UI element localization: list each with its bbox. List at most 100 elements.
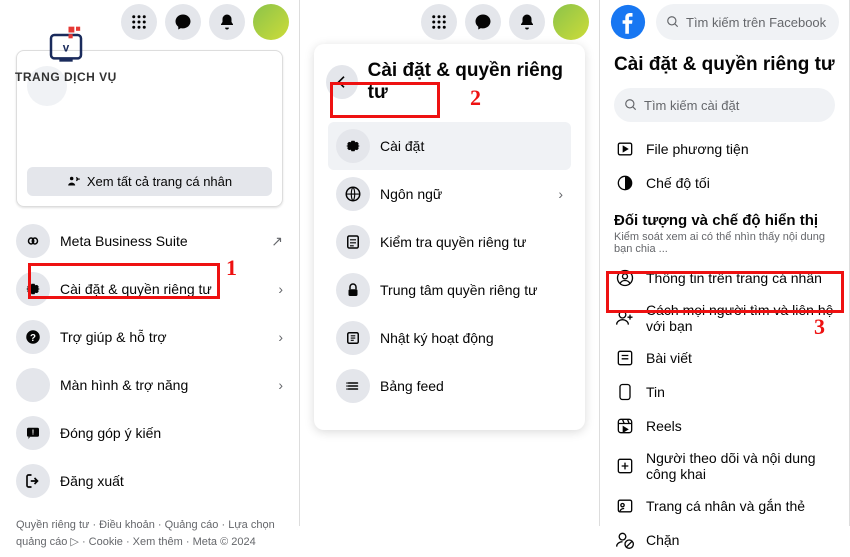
- activity-icon: [336, 321, 370, 355]
- svg-text:!: !: [32, 428, 35, 437]
- avatar-icon[interactable]: [553, 4, 589, 40]
- follow-icon: [614, 456, 636, 476]
- menu-label: Meta Business Suite: [60, 233, 261, 249]
- row-profile-info[interactable]: Thông tin trên trang cá nhân: [600, 261, 849, 295]
- tag-icon: [614, 496, 636, 516]
- checklist-icon: [336, 225, 370, 259]
- menu-label: Trợ giúp & hỗ trợ: [60, 329, 268, 345]
- chevron-right-icon: ›: [278, 281, 283, 297]
- dark-mode-icon: [614, 173, 636, 193]
- chevron-right-icon: ›: [278, 377, 283, 393]
- messenger-icon[interactable]: [465, 4, 501, 40]
- reels-icon: [614, 416, 636, 436]
- row-media-files[interactable]: File phương tiện: [600, 132, 849, 166]
- row-label: File phương tiện: [646, 141, 749, 157]
- apps-grid-icon[interactable]: [421, 4, 457, 40]
- row-label: Chế độ tối: [646, 175, 710, 191]
- submenu-activity-log[interactable]: Nhật ký hoạt động: [328, 314, 571, 362]
- arrow-up-right-icon: ↗: [271, 233, 283, 250]
- menu-give-feedback[interactable]: ! Đóng góp ý kiến: [8, 409, 291, 457]
- row-label: Tin: [646, 384, 665, 400]
- play-box-icon: [614, 139, 636, 159]
- feed-icon: [336, 369, 370, 403]
- topbar: Tìm kiếm trên Facebook: [600, 0, 849, 44]
- avatar-icon[interactable]: [253, 4, 289, 40]
- view-all-profiles-button[interactable]: Xem tất cả trang cá nhân: [27, 167, 272, 196]
- chevron-right-icon: ›: [278, 329, 283, 345]
- feedback-icon: !: [16, 416, 50, 450]
- row-posts[interactable]: Bài viết: [600, 341, 849, 375]
- panel-header: Cài đặt & quyền riêng tư: [320, 54, 579, 114]
- row-label: Chặn: [646, 532, 679, 548]
- row-label: Người theo dõi và nội dung công khai: [646, 450, 835, 482]
- search-icon: [666, 15, 680, 29]
- infinity-icon: [16, 224, 50, 258]
- block-icon: [614, 530, 636, 550]
- user-circle-icon: [614, 268, 636, 288]
- watermark-logo: v TRANG DỊCH VỤ: [15, 20, 117, 84]
- row-label: Reels: [646, 418, 682, 434]
- submenu-label: Bảng feed: [380, 378, 563, 394]
- menu-meta-business[interactable]: Meta Business Suite ↗: [8, 217, 291, 265]
- search-icon: [624, 98, 638, 112]
- row-dark-mode[interactable]: Chế độ tối: [600, 166, 849, 200]
- svg-text:?: ?: [30, 333, 36, 344]
- row-how-people-find[interactable]: Cách mọi người tìm và liên hệ với bạn: [600, 295, 849, 341]
- row-blocking[interactable]: Chặn: [600, 523, 849, 557]
- row-stories[interactable]: Tin: [600, 375, 849, 409]
- facebook-logo[interactable]: [610, 4, 646, 40]
- menu-label: Đóng góp ý kiến: [60, 425, 283, 441]
- submenu-privacy-checkup[interactable]: Kiểm tra quyền riêng tư: [328, 218, 571, 266]
- page-title: Cài đặt & quyền riêng tư: [600, 44, 849, 84]
- bell-icon[interactable]: [509, 4, 545, 40]
- row-reels[interactable]: Reels: [600, 409, 849, 443]
- menu-help-support[interactable]: ? Trợ giúp & hỗ trợ ›: [8, 313, 291, 361]
- gear-icon: [336, 129, 370, 163]
- submenu-privacy-center[interactable]: Trung tâm quyền riêng tư: [328, 266, 571, 314]
- lock-icon: [336, 273, 370, 307]
- post-icon: [614, 348, 636, 368]
- bell-icon[interactable]: [209, 4, 245, 40]
- gear-icon: [16, 272, 50, 306]
- panel-settings-page: Tìm kiếm trên Facebook Cài đặt & quyền r…: [600, 0, 850, 526]
- logout-icon: [16, 464, 50, 498]
- apps-grid-icon[interactable]: [121, 4, 157, 40]
- search-settings-input[interactable]: Tìm kiếm cài đặt: [614, 88, 835, 122]
- view-all-label: Xem tất cả trang cá nhân: [87, 174, 232, 189]
- submenu-feed-prefs[interactable]: Bảng feed: [328, 362, 571, 410]
- topbar: [300, 0, 599, 44]
- story-icon: [614, 382, 636, 402]
- help-icon: ?: [16, 320, 50, 354]
- back-button[interactable]: [326, 65, 358, 99]
- step-number-2: 2: [470, 85, 481, 111]
- panel-settings-privacy: Cài đặt & quyền riêng tư Cài đặt Ngôn ng…: [300, 0, 600, 526]
- step-number-1: 1: [226, 255, 237, 281]
- search-placeholder: Tìm kiếm trên Facebook: [686, 15, 826, 30]
- row-followers[interactable]: Người theo dõi và nội dung công khai: [600, 443, 849, 489]
- menu-label: Cài đặt & quyền riêng tư: [60, 281, 268, 297]
- submenu-label: Nhật ký hoạt động: [380, 330, 563, 346]
- people-swap-icon: [67, 175, 81, 189]
- globe-icon: [336, 177, 370, 211]
- submenu-label: Kiểm tra quyền riêng tư: [380, 234, 563, 250]
- row-label: Trang cá nhân và gắn thẻ: [646, 498, 805, 514]
- watermark-label: TRANG DỊCH VỤ: [15, 70, 117, 84]
- submenu-language[interactable]: Ngôn ngữ ›: [328, 170, 571, 218]
- svg-text:v: v: [63, 42, 70, 55]
- row-profile-tagging[interactable]: Trang cá nhân và gắn thẻ: [600, 489, 849, 523]
- search-facebook-input[interactable]: Tìm kiếm trên Facebook: [656, 4, 839, 40]
- menu-logout[interactable]: Đăng xuất: [8, 457, 291, 505]
- row-label: Thông tin trên trang cá nhân: [646, 270, 822, 286]
- menu-display-accessibility[interactable]: Màn hình & trợ năng ›: [8, 361, 291, 409]
- user-add-icon: [614, 308, 636, 328]
- watermark-icon: v: [41, 20, 91, 70]
- submenu-label: Cài đặt: [380, 138, 563, 154]
- section-audience-subtitle: Kiểm soát xem ai có thể nhìn thấy nội du…: [600, 231, 849, 261]
- submenu-settings[interactable]: Cài đặt: [328, 122, 571, 170]
- menu-settings-privacy[interactable]: Cài đặt & quyền riêng tư ›: [8, 265, 291, 313]
- submenu-label: Ngôn ngữ: [380, 186, 548, 202]
- menu-label: Đăng xuất: [60, 473, 283, 489]
- messenger-icon[interactable]: [165, 4, 201, 40]
- submenu-label: Trung tâm quyền riêng tư: [380, 282, 563, 298]
- menu-label: Màn hình & trợ năng: [60, 377, 268, 393]
